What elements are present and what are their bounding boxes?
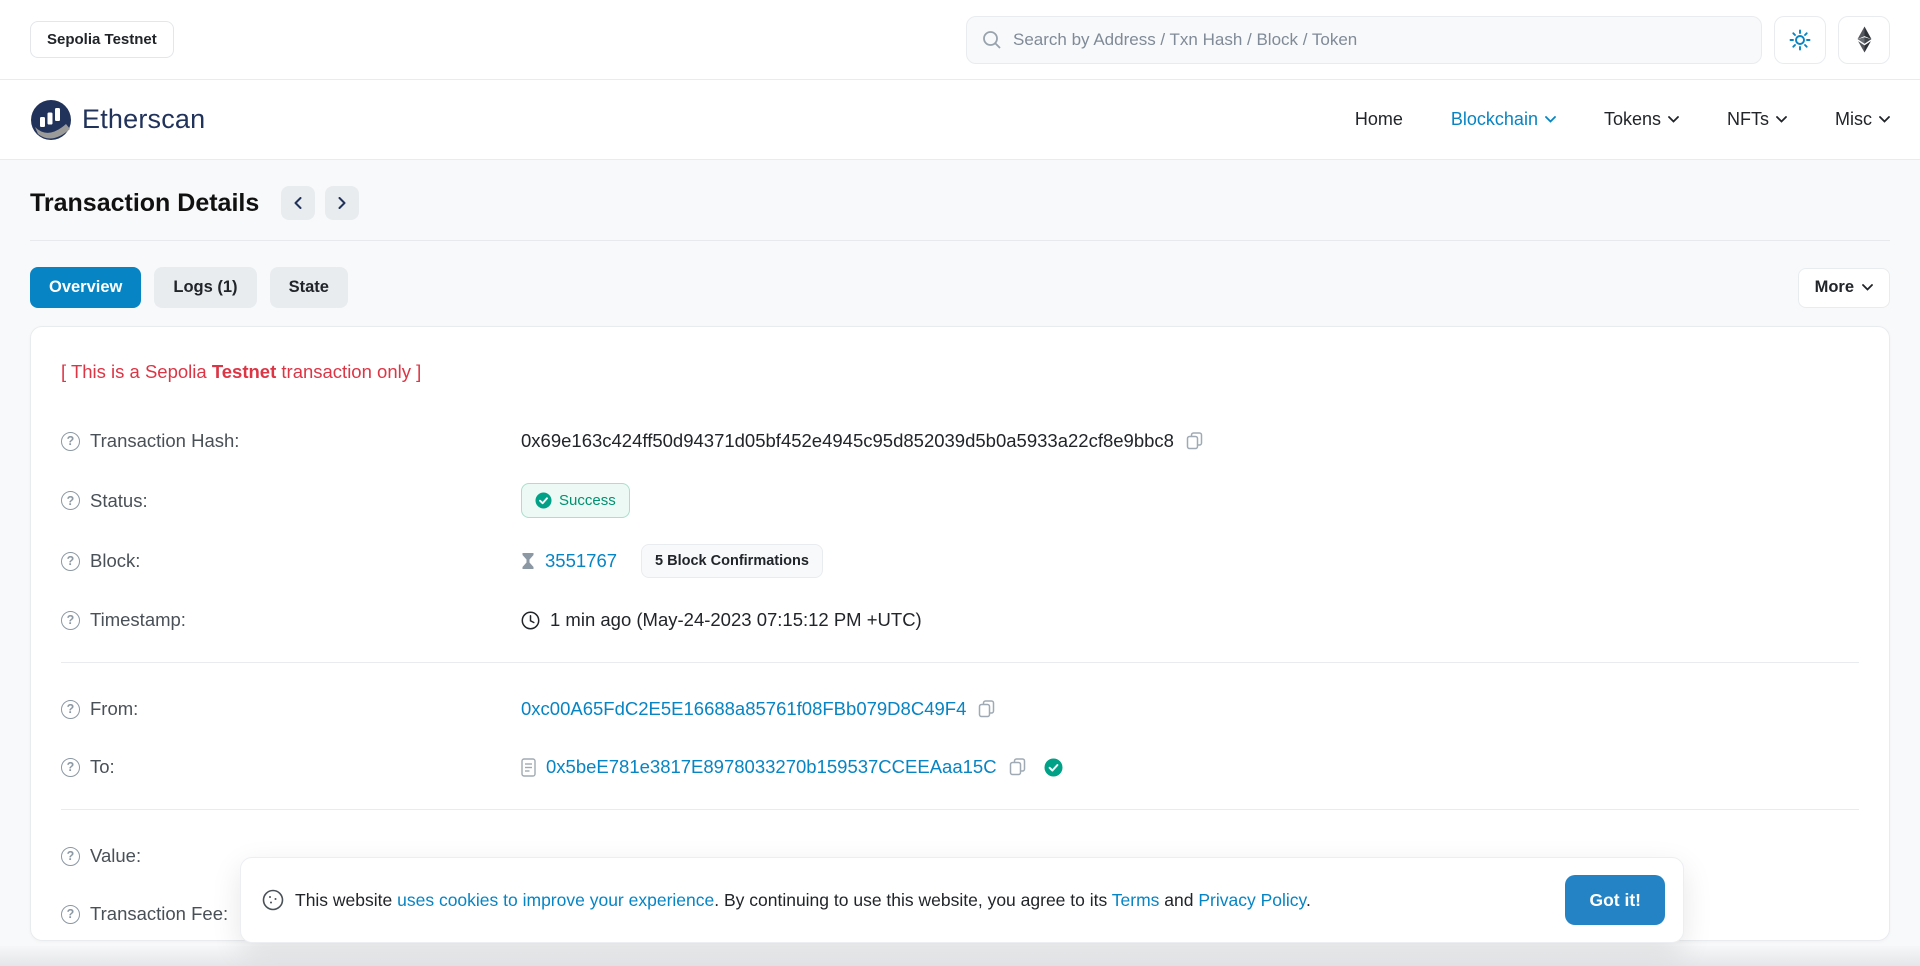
topbar-right-group: [966, 16, 1890, 64]
testnet-notice: [ This is a Sepolia Testnet transaction …: [61, 361, 1859, 383]
help-tooltip-icon[interactable]: ?: [61, 491, 80, 510]
main-nav: Home Blockchain Tokens NFTs Misc: [1355, 109, 1890, 130]
nav-item-tokens[interactable]: Tokens: [1604, 109, 1679, 130]
tabs-row: Overview Logs (1) State More: [30, 267, 1890, 308]
transaction-overview-card: [ This is a Sepolia Testnet transaction …: [30, 326, 1890, 941]
help-tooltip-icon[interactable]: ?: [61, 758, 80, 777]
block-number-link[interactable]: 3551767: [545, 550, 617, 572]
row-block: ? Block: 3551767 5 Block Confirmations: [61, 544, 1859, 578]
previous-transaction-button[interactable]: [281, 186, 315, 220]
verified-check-circle-icon: [1044, 758, 1063, 777]
copy-icon: [1186, 432, 1203, 450]
chevron-down-icon: [1862, 284, 1873, 291]
row-label-text: Block:: [90, 550, 140, 572]
copy-from-address-button[interactable]: [976, 700, 997, 718]
help-tooltip-icon[interactable]: ?: [61, 552, 80, 571]
chevron-right-icon: [338, 197, 346, 209]
help-tooltip-icon[interactable]: ?: [61, 432, 80, 451]
chevron-down-icon: [1545, 116, 1556, 123]
row-label-text: Transaction Fee:: [90, 903, 228, 925]
nav-label: Blockchain: [1451, 109, 1538, 130]
title-divider: [30, 240, 1890, 241]
nav-item-misc[interactable]: Misc: [1835, 109, 1890, 130]
ethereum-icon: [1856, 26, 1873, 53]
top-bar: Sepolia Testnet: [0, 0, 1920, 80]
hourglass-icon: [521, 552, 535, 570]
nav-label: NFTs: [1727, 109, 1769, 130]
check-circle-icon: [535, 492, 552, 509]
row-timestamp: ? Timestamp: 1 min ago (May-24-2023 07:1…: [61, 604, 1859, 636]
network-badge-button[interactable]: Sepolia Testnet: [30, 21, 174, 58]
search-icon: [981, 29, 1003, 51]
etherscan-logo-icon: [30, 99, 72, 141]
nav-label: Home: [1355, 109, 1403, 130]
nav-item-nfts[interactable]: NFTs: [1727, 109, 1787, 130]
more-label: More: [1815, 278, 1854, 297]
nav-item-home[interactable]: Home: [1355, 109, 1403, 130]
more-dropdown-button[interactable]: More: [1798, 268, 1890, 308]
nav-item-blockchain[interactable]: Blockchain: [1451, 109, 1556, 130]
theme-toggle-button[interactable]: [1774, 16, 1826, 64]
viewport-bottom-fade: [0, 946, 1920, 966]
contract-document-icon: [521, 758, 536, 777]
brand-name: Etherscan: [82, 104, 205, 135]
timestamp-value: 1 min ago (May-24-2023 07:15:12 PM +UTC): [550, 609, 922, 631]
nav-label: Tokens: [1604, 109, 1661, 130]
cookies-info-link[interactable]: uses cookies to improve your experience: [397, 890, 714, 910]
copy-to-address-button[interactable]: [1007, 758, 1028, 776]
site-header: Etherscan Home Blockchain Tokens NFTs Mi…: [0, 80, 1920, 160]
help-tooltip-icon[interactable]: ?: [61, 905, 80, 924]
search-input[interactable]: [1013, 30, 1747, 50]
row-label-text: Transaction Hash:: [90, 430, 239, 452]
clock-icon: [521, 611, 540, 630]
help-tooltip-icon[interactable]: ?: [61, 611, 80, 630]
nav-label: Misc: [1835, 109, 1872, 130]
terms-link[interactable]: Terms: [1112, 890, 1160, 910]
row-transaction-hash: ? Transaction Hash: 0x69e163c424ff50d943…: [61, 425, 1859, 457]
sun-icon: [1788, 28, 1812, 52]
row-from: ? From: 0xc00A65FdC2E5E16688a85761f08FBb…: [61, 693, 1859, 725]
row-label-text: From:: [90, 698, 138, 720]
copy-txn-hash-button[interactable]: [1184, 432, 1205, 450]
row-label-text: Timestamp:: [90, 609, 186, 631]
row-label-text: Status:: [90, 490, 148, 512]
title-row: Transaction Details: [30, 160, 1890, 240]
row-label-text: Value:: [90, 845, 141, 867]
to-address-link[interactable]: 0x5beE781e3817E8978033270b159537CCEEAaa1…: [546, 756, 997, 778]
next-transaction-button[interactable]: [325, 186, 359, 220]
cookie-consent-text: This website uses cookies to improve you…: [295, 890, 1311, 911]
status-text: Success: [559, 492, 616, 509]
chevron-down-icon: [1668, 116, 1679, 123]
page-title: Transaction Details: [30, 189, 259, 218]
help-tooltip-icon[interactable]: ?: [61, 700, 80, 719]
chevron-down-icon: [1776, 116, 1787, 123]
row-status: ? Status: Success: [61, 483, 1859, 518]
etherscan-logo[interactable]: Etherscan: [30, 99, 205, 141]
search-box[interactable]: [966, 16, 1762, 64]
privacy-policy-link[interactable]: Privacy Policy: [1198, 890, 1306, 910]
block-confirmations-badge: 5 Block Confirmations: [641, 544, 823, 578]
section-divider: [61, 809, 1859, 810]
cookie-icon: [261, 888, 285, 912]
ethereum-network-button[interactable]: [1838, 16, 1890, 64]
copy-icon: [978, 700, 995, 718]
copy-icon: [1009, 758, 1026, 776]
main-content: Transaction Details Overview Logs (1) St…: [0, 160, 1920, 941]
cookie-consent-banner: This website uses cookies to improve you…: [240, 857, 1684, 943]
chevron-left-icon: [294, 197, 302, 209]
row-label-text: To:: [90, 756, 115, 778]
transaction-hash-value: 0x69e163c424ff50d94371d05bf452e4945c95d8…: [521, 430, 1174, 452]
section-divider: [61, 662, 1859, 663]
chevron-down-icon: [1879, 116, 1890, 123]
from-address-link[interactable]: 0xc00A65FdC2E5E16688a85761f08FBb079D8C49…: [521, 698, 966, 720]
help-tooltip-icon[interactable]: ?: [61, 847, 80, 866]
tab-overview[interactable]: Overview: [30, 267, 141, 308]
row-to: ? To: 0x5beE781e3817E8978033270b159537CC…: [61, 751, 1859, 783]
tab-logs[interactable]: Logs (1): [154, 267, 256, 308]
tab-state[interactable]: State: [270, 267, 348, 308]
status-badge: Success: [521, 483, 630, 518]
got-it-button[interactable]: Got it!: [1565, 875, 1665, 925]
